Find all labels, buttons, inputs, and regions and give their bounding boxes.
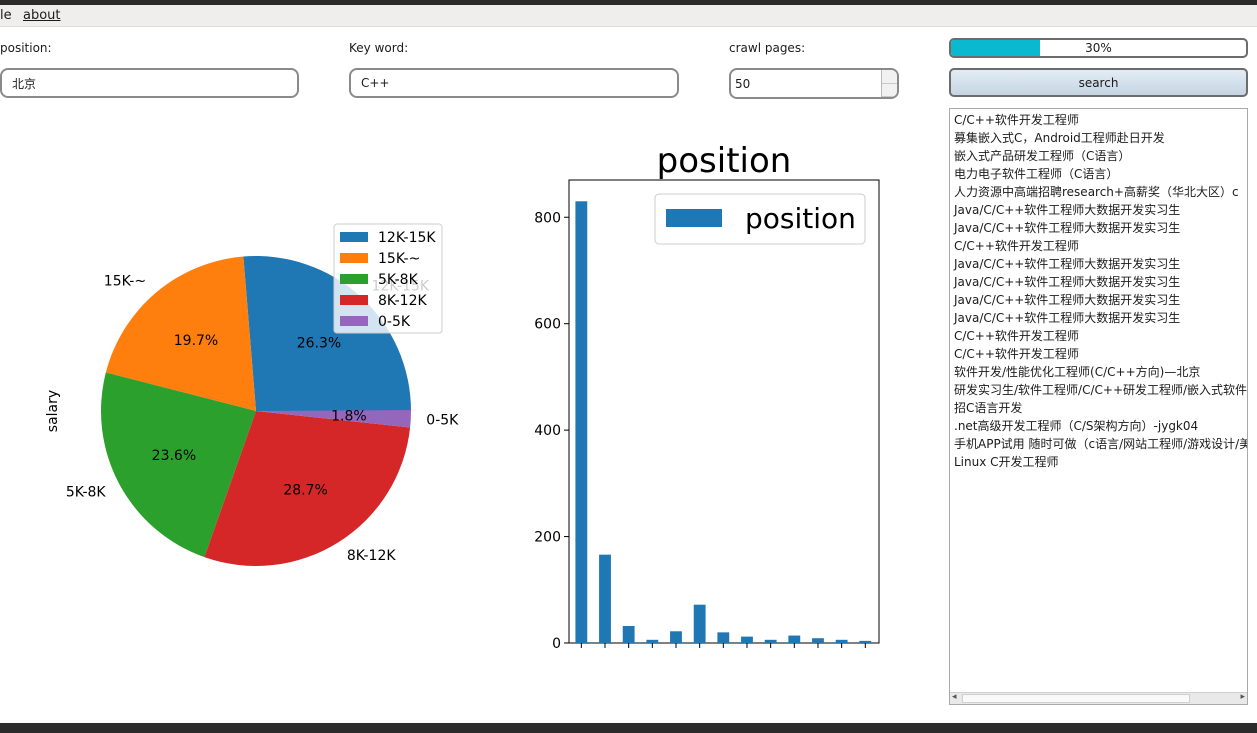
bar-legend-label: position [745,202,856,235]
pie-legend-label: 8K-12K [378,293,427,309]
result-item[interactable]: 募集嵌入式C，Android工程师赴日开发 [954,129,1247,147]
result-item[interactable]: Java/C/C++软件工程师大数据开发实习生 [954,201,1247,219]
pie-legend-swatch [340,274,368,284]
bar [788,635,801,643]
pie-legend-label: 15K-~ [378,251,420,267]
scrollbar-thumb[interactable] [962,694,1190,703]
bar [599,554,611,643]
pie-slice-label: 0-5K [426,413,459,429]
result-item[interactable]: 招C语言开发 [954,399,1247,417]
result-item[interactable]: 手机APP试用 随时可做（c语言/网站工程师/游戏设计/美 [954,435,1247,453]
result-item[interactable]: Linux C开发工程师 [954,453,1247,471]
result-item[interactable]: Java/C/C++软件工程师大数据开发实习生 [954,219,1247,237]
y-tick-label: 0 [552,636,561,652]
pie-percent-label: 26.3% [297,336,341,352]
result-item[interactable]: C/C++软件开发工程师 [954,111,1247,129]
search-button[interactable]: search [949,68,1248,97]
pie-percent-label: 19.7% [174,333,218,349]
bar [859,640,872,643]
pie-legend-label: 12K-15K [378,230,436,246]
bar [693,604,706,643]
bar [717,632,730,643]
bar-plot-frame [568,179,880,644]
bar [646,639,659,643]
result-item[interactable]: 电力电子软件工程师（C语言） [954,165,1247,183]
bar-legend-swatch [666,209,722,227]
progress-text: 30% [1085,41,1112,55]
bar [812,638,824,643]
horizontal-scrollbar[interactable]: ◂ ▸ [950,692,1247,704]
bar [670,631,682,643]
pie-slice-label: 5K-8K [66,484,107,500]
bar [835,639,848,643]
progress-bar: 30% [949,38,1248,58]
result-item[interactable]: Java/C/C++软件工程师大数据开发实习生 [954,255,1247,273]
pie-legend-swatch [340,316,368,326]
pie-ylabel: salary [45,390,61,432]
result-item[interactable]: Java/C/C++软件工程师大数据开发实习生 [954,291,1247,309]
pie-legend-swatch [340,253,368,263]
pie-slice-label: 15K-~ [104,274,146,290]
result-item[interactable]: Java/C/C++软件工程师大数据开发实习生 [954,309,1247,327]
result-item[interactable]: 研发实习生/软件工程师/C/C++研发工程师/嵌入式软件开 [954,381,1247,399]
result-item[interactable]: C/C++软件开发工程师 [954,327,1247,345]
window-bottom-border [0,723,1257,733]
y-tick-label: 800 [534,210,561,226]
y-tick-label: 400 [534,423,561,439]
pie-percent-label: 23.6% [152,448,196,464]
result-item[interactable]: Java/C/C++软件工程师大数据开发实习生 [954,273,1247,291]
bar [575,201,588,643]
bar [741,636,753,643]
bar [764,639,777,643]
result-item[interactable]: C/C++软件开发工程师 [954,237,1247,255]
pie-percent-label: 28.7% [283,483,327,499]
charts-area: 26.3% 12K-15K 19.7% 15K-~ 23.6% 5K-8K 28.7% 8K-… [45,141,880,652]
pie-legend-label: 5K-8K [378,272,419,288]
result-item[interactable]: .net高级开发工程师（C/S架构方向）-jygk04 [954,417,1247,435]
result-item[interactable]: C/C++软件开发工程师 [954,345,1247,363]
pie-slice-label: 8K-12K [347,548,396,564]
bar [622,625,635,643]
y-tick-label: 200 [534,530,561,546]
scroll-right-icon[interactable]: ▸ [1240,692,1245,702]
pie-legend-swatch [340,232,368,242]
results-list[interactable]: C/C++软件开发工程师 募集嵌入式C，Android工程师赴日开发 嵌入式产品研发… [949,108,1248,705]
y-tick-label: 600 [534,317,561,333]
result-item[interactable]: 嵌入式产品研发工程师（C语言） [954,147,1247,165]
pie-legend-label: 0-5K [378,314,411,330]
bar-chart-title: position [657,141,792,181]
pie-legend-swatch [340,295,368,305]
pie-percent-label: 1.8% [331,409,367,425]
scroll-left-icon[interactable]: ◂ [952,692,957,702]
result-item[interactable]: 人力资源中高端招聘research+高薪奖（华北大区）c [954,183,1247,201]
result-item[interactable]: 软件开发/性能优化工程师(C/C++方向)—北京 [954,363,1247,381]
